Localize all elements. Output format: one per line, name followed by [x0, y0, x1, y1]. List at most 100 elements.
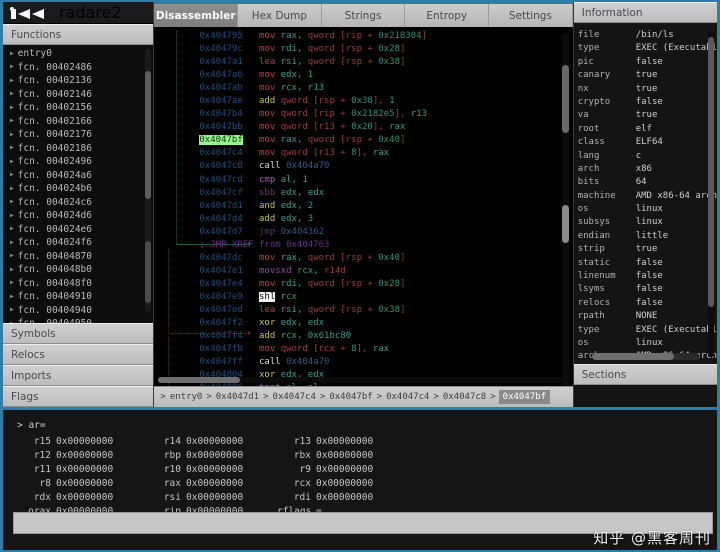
expand-triangle-icon[interactable]: ▶: [10, 185, 14, 192]
function-list-item[interactable]: ▶ fcn. 00402486: [3, 61, 153, 75]
function-list-item[interactable]: ▶ fcn. 004024f6: [3, 236, 153, 250]
instruction-address[interactable]: 0x4047c4: [199, 148, 242, 158]
function-list-item[interactable]: ▶ fcn. 004048f0: [3, 277, 153, 291]
disassembly-line[interactable]: 0x4047a1 lea rsi, qword [rsp + 0x38]: [154, 56, 572, 69]
expand-triangle-icon[interactable]: ▶: [10, 104, 14, 111]
disassembly-line[interactable]: 0x4047a6 mov edx, 1: [154, 69, 572, 82]
disassembly-line[interactable]: 0x404795 mov rax, qword [rip + 0x218304]: [154, 30, 572, 43]
tab-settings[interactable]: Settings: [489, 4, 573, 27]
disassembly-line[interactable]: 0x4047fb mov qword [rcx + 8], rax: [154, 343, 572, 356]
disassembly-line[interactable]: 0x4047b4 mov qword [rip + 0x2182e5], r13: [154, 108, 572, 121]
sidebar-section-symbols[interactable]: Symbols: [3, 323, 154, 344]
breadcrumb-item[interactable]: entry0: [169, 392, 204, 402]
function-list-item[interactable]: ▶ fcn. 00404870: [3, 250, 153, 264]
function-list-item[interactable]: ▶ fcn. 00404940: [3, 304, 153, 318]
instruction-address[interactable]: 0x4047ae: [199, 96, 242, 106]
expand-triangle-icon[interactable]: ▶: [10, 50, 14, 57]
instruction-address[interactable]: 0x4047ff: [199, 357, 242, 367]
function-list-item[interactable]: ▶ fcn. 00402496: [3, 155, 153, 169]
function-list-item[interactable]: ▶ fcn. 00404910: [3, 290, 153, 304]
breadcrumb-item[interactable]: 0x4047c8: [442, 392, 487, 402]
function-list-item[interactable]: ▶ fcn. 00402156: [3, 101, 153, 115]
instruction-address[interactable]: 0x4047cd: [199, 175, 242, 185]
disassembly-line[interactable]: 0x4047dc mov rax, qword [rsp + 0x40]: [154, 252, 572, 265]
disassembly-line[interactable]: 0x4047ff call 0x404a70: [154, 356, 572, 369]
instruction-address[interactable]: 0x4047ab: [199, 83, 242, 93]
function-list-item[interactable]: ▶ fcn. 00402186: [3, 142, 153, 156]
expand-triangle-icon[interactable]: ▶: [10, 212, 14, 219]
expand-triangle-icon[interactable]: ▶: [10, 158, 14, 165]
disassembly-line[interactable]: 0x4047ed lea rsi, qword [rsp + 0x38]: [154, 304, 572, 317]
breadcrumb-item[interactable]: 0x4047bf: [328, 392, 373, 402]
disassembly-hscroll-thumb[interactable]: [158, 377, 241, 383]
function-list-item[interactable]: ▶ fcn. 004024a6: [3, 169, 153, 183]
expand-triangle-icon[interactable]: ▶: [10, 226, 14, 232]
instruction-address[interactable]: 0x4047d1: [199, 201, 242, 211]
breadcrumb-current[interactable]: 0x4047bf: [498, 390, 551, 404]
disassembly-line[interactable]: 0x4047e1 movsxd rcx, r14d: [154, 265, 572, 278]
instruction-address[interactable]: 0x4047bb: [199, 122, 242, 132]
function-list-item[interactable]: ▶ fcn. 00402176: [3, 128, 153, 142]
disassembly-lines[interactable]: 0x404795 mov rax, qword [rip + 0x218304]…: [154, 27, 572, 386]
disassembly-line[interactable]: 0x4047d4 add edx, 3: [154, 213, 572, 226]
expand-triangle-icon[interactable]: ▶: [10, 64, 14, 70]
instruction-address[interactable]: 0x4047e1: [199, 266, 242, 276]
information-hscroll-thumb[interactable]: [591, 353, 674, 360]
expand-triangle-icon[interactable]: ▶: [10, 266, 14, 273]
disassembly-line[interactable]: 0x4047f4 add rcx, 0x61bc80: [154, 330, 572, 343]
breadcrumb-item[interactable]: 0x4047d1: [215, 392, 260, 402]
disassembly-line[interactable]: 0x4047e9 shl rcx: [154, 291, 572, 304]
information-header[interactable]: Information: [573, 2, 717, 23]
disassembly-line[interactable]: 0x4047bf mov rax, qword [rsp + 0x40]: [154, 134, 572, 147]
function-list-item[interactable]: ▶ fcn. 004024b6: [3, 182, 153, 196]
function-list-item[interactable]: ▶ fcn. 00402136: [3, 74, 153, 88]
instruction-address[interactable]: 0x4047a6: [199, 70, 242, 80]
function-list-item[interactable]: ▶ fcn. 00402166: [3, 115, 153, 129]
disassembly-line[interactable]: 0x4047ab mov rcx, r13: [154, 82, 572, 95]
tab-disassembler[interactable]: Disassembler: [154, 4, 239, 27]
instruction-address[interactable]: 0x4047cf: [199, 188, 242, 198]
information-body[interactable]: file/bin/ls type EXEC (Executabl pic false ca…: [573, 23, 717, 364]
expand-triangle-icon[interactable]: ▶: [10, 280, 14, 286]
instruction-address[interactable]: 0x4047f2: [199, 318, 242, 328]
expand-triangle-icon[interactable]: ▶: [10, 118, 14, 124]
disassembly-line[interactable]: 0x4047ae add qword [rsp + 0x38], 1: [154, 95, 572, 108]
expand-triangle-icon[interactable]: ▶: [10, 131, 14, 138]
instruction-address[interactable]: 0x4047d4: [199, 214, 242, 224]
instruction-address[interactable]: 0x404795: [199, 31, 242, 41]
disassembly-line[interactable]: 0x4047d1 and edx, 2: [154, 200, 572, 213]
disassembly-view[interactable]: 0x404795 mov rax, qword [rip + 0x218304]…: [154, 27, 573, 386]
sidebar-section-relocs[interactable]: Relocs: [3, 344, 154, 365]
expand-triangle-icon[interactable]: ▶: [10, 253, 14, 259]
expand-triangle-icon[interactable]: ▶: [10, 293, 14, 300]
sidebar-section-flags[interactable]: Flags: [3, 386, 154, 407]
instruction-address[interactable]: 0x4047d7: [199, 227, 242, 237]
instruction-address[interactable]: 0x4047f4: [199, 331, 242, 341]
functions-scrollbar-thumb-secondary[interactable]: [145, 241, 152, 303]
expand-triangle-icon[interactable]: ▶: [10, 239, 14, 246]
tab-entropy[interactable]: Entropy: [405, 4, 490, 27]
instruction-address[interactable]: 0x40479c: [199, 44, 242, 54]
expand-triangle-icon[interactable]: ▶: [10, 145, 14, 151]
functions-scrollbar-thumb[interactable]: [145, 71, 152, 199]
instruction-address[interactable]: 0x4047e4: [199, 279, 242, 289]
function-list-item[interactable]: ▶ fcn. 004024d6: [3, 209, 153, 223]
tab-strings[interactable]: Strings: [321, 4, 406, 27]
tab-hex-dump[interactable]: Hex Dump: [238, 4, 322, 27]
disassembly-line[interactable]: 0x4047cf sbb edx, edx: [154, 187, 572, 200]
instruction-address[interactable]: 0x4047bf: [199, 135, 243, 146]
instruction-address[interactable]: 0x4047dc: [199, 253, 242, 263]
disassembly-line[interactable]: 0x4047f2 xor edx, edx: [154, 317, 572, 330]
function-list-item[interactable]: ▶ fcn. 004048b0: [3, 263, 153, 277]
disassembly-line[interactable]: 0x4047e4 mov rdi, qword [rsp + 0x28]: [154, 278, 572, 291]
instruction-address[interactable]: 0x4047a1: [199, 57, 242, 67]
expand-triangle-icon[interactable]: ▶: [10, 320, 14, 323]
instruction-address[interactable]: 0x4047c8: [199, 161, 242, 171]
functions-list[interactable]: ▶ entry0 ▶ fcn. 00402486 ▶ fcn. 00402136 ▶ fcn.…: [3, 45, 154, 323]
function-list-item[interactable]: ▶ fcn. 00404950: [3, 317, 153, 323]
breadcrumb[interactable]: > entry0 >0x4047d1 >0x4047c4 >0x4047bf >0x404…: [154, 386, 573, 407]
disassembly-line[interactable]: 0x4047bb mov qword [r13 + 0x20], rax: [154, 121, 572, 134]
sidebar-section-imports[interactable]: Imports: [3, 365, 154, 386]
instruction-address[interactable]: 0x4047e9: [199, 292, 242, 302]
disassembly-line[interactable]: 0x4047c4 mov qword [r13 + 8], rax: [154, 147, 572, 160]
